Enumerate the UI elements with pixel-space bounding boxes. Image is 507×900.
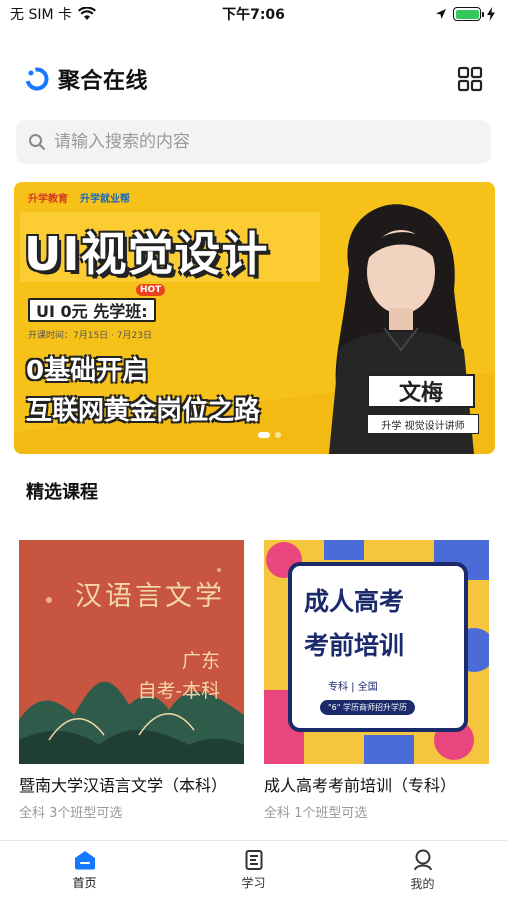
tab-label: 学习 xyxy=(241,876,266,890)
document-icon xyxy=(245,850,262,870)
course-name[interactable]: 暨南大学汉语言文学（本科） xyxy=(19,772,244,796)
free-class-badge: UI 0元 先学班: xyxy=(28,298,156,322)
carousel-dot[interactable] xyxy=(275,432,281,438)
brand-ring-icon xyxy=(25,67,49,91)
banner-dates: 开课时间：7月15日 · 7月23日 xyxy=(28,331,152,341)
app-header: 聚合在线 xyxy=(0,50,507,108)
status-left: 无 SIM 卡 xyxy=(10,4,96,24)
brand-label-1: 升学教育 xyxy=(28,194,68,205)
poster-meta: 专科 | 全国 xyxy=(328,682,378,693)
tab-study[interactable]: 学习 xyxy=(169,841,338,900)
search-bar[interactable] xyxy=(16,120,491,164)
banner-line-1: 0基础开启 xyxy=(26,356,149,386)
carousel-indicator[interactable] xyxy=(258,432,281,438)
app-title: 聚合在线 xyxy=(58,69,149,94)
thumbnail-subtitle-1: 广东 xyxy=(181,650,220,672)
wifi-icon xyxy=(78,7,96,20)
user-icon xyxy=(413,849,432,871)
battery-icon xyxy=(453,7,484,21)
promo-banner[interactable]: 升学教育 升学就业帮 UI视觉设计 HOT UI 0元 先学班: 开课时间：7月… xyxy=(14,182,495,454)
thumbnail-title: 汉语言文学 xyxy=(75,581,225,612)
tab-label: 首页 xyxy=(72,876,97,890)
brand-label-2: 升学就业帮 xyxy=(80,194,130,205)
tab-home[interactable]: 首页 xyxy=(0,841,169,900)
carrier-label: 无 SIM 卡 xyxy=(10,7,72,23)
tab-label: 我的 xyxy=(410,877,435,891)
course-meta: 全科 3个班型可选 xyxy=(19,806,123,821)
banner-brands: 升学教育 升学就业帮 xyxy=(28,190,130,205)
course-card[interactable]: 汉语言文学 广东 自考-本科 暨南大学汉语言文学（本科） 全科 3个班型可选 xyxy=(19,540,244,821)
course-name[interactable]: 成人高考考前培训（专科） xyxy=(264,772,489,796)
charging-bolt-icon xyxy=(487,7,495,21)
status-bar: 无 SIM 卡 下午7:06 xyxy=(0,0,507,28)
tab-bar: 首页 学习 我的 xyxy=(0,840,507,900)
teacher-title: 升学 视觉设计讲师 xyxy=(367,414,479,434)
teacher-name: 文梅 xyxy=(367,374,475,408)
hot-badge: HOT xyxy=(136,284,166,296)
course-thumbnail[interactable]: 汉语言文学 广东 自考-本科 xyxy=(19,540,244,764)
course-thumbnail[interactable]: 成人高考 考前培训 专科 | 全国 "6" 学历商师招升学历 xyxy=(264,540,489,764)
poster-tag: "6" 学历商师招升学历 xyxy=(320,700,415,715)
search-icon xyxy=(29,134,45,150)
tab-profile[interactable]: 我的 xyxy=(338,841,507,900)
home-icon xyxy=(74,851,95,870)
banner-line-2: 互联网黄金岗位之路 xyxy=(26,396,261,426)
banner-headline: UI视觉设计 xyxy=(24,227,269,281)
section-title: 精选课程 xyxy=(26,482,98,503)
status-right xyxy=(435,7,495,21)
course-meta: 全科 1个班型可选 xyxy=(264,806,368,821)
course-card[interactable]: 成人高考 考前培训 专科 | 全国 "6" 学历商师招升学历 成人高考考前培训（… xyxy=(264,540,489,821)
poster-card: 成人高考 考前培训 专科 | 全国 "6" 学历商师招升学历 xyxy=(288,562,468,732)
poster-title-2: 考前培训 xyxy=(304,631,405,660)
thumbnail-subtitle-2: 自考-本科 xyxy=(137,680,220,702)
carousel-dot[interactable] xyxy=(258,432,270,438)
poster-title-1: 成人高考 xyxy=(304,587,405,616)
grid-icon[interactable] xyxy=(457,66,483,92)
search-input[interactable] xyxy=(54,132,479,152)
location-arrow-icon xyxy=(436,9,446,19)
